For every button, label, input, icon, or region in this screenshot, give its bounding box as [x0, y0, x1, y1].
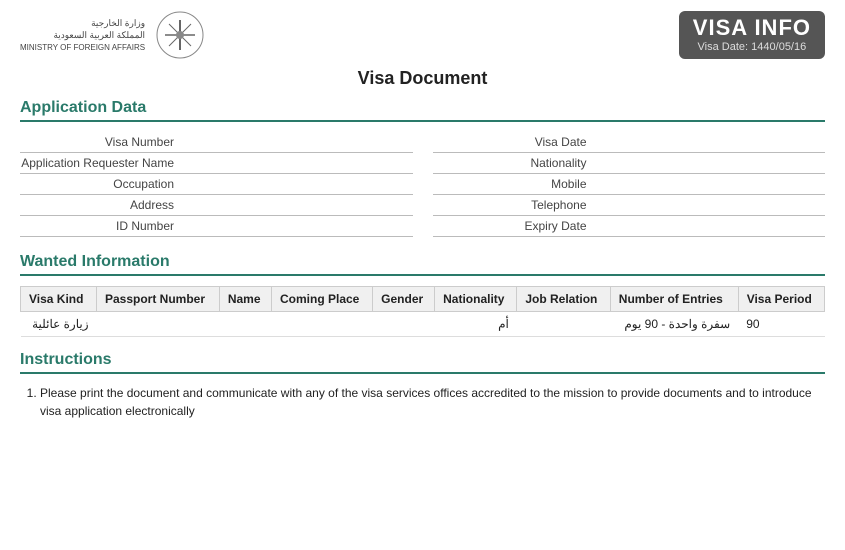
header: وزارة الخارجية المملكة العربية السعودية …: [20, 10, 825, 60]
cell-visa-period: 90: [738, 312, 824, 337]
visa-date-label: Visa Date: [433, 135, 593, 149]
left-fields: Visa Number Application Requester Name O…: [20, 132, 413, 237]
field-telephone: Telephone: [433, 195, 826, 216]
header-logos: وزارة الخارجية المملكة العربية السعودية …: [20, 10, 205, 60]
page-title: Visa Document: [20, 68, 825, 89]
col-job-relation: Job Relation: [517, 287, 610, 312]
field-id-number: ID Number: [20, 216, 413, 237]
requester-name-label: Application Requester Name: [20, 156, 180, 170]
visa-info-badge: VISA INFO Visa Date: 1440/05/16: [679, 11, 825, 59]
wanted-table: Visa Kind Passport Number Name Coming Pl…: [20, 286, 825, 337]
field-occupation: Occupation: [20, 174, 413, 195]
instructions-list: Please print the document and communicat…: [20, 384, 825, 420]
col-number-of-entries: Number of Entries: [610, 287, 738, 312]
table-row: زيارة عائلية أم سفرة واحدة - 90 يوم90: [21, 312, 825, 337]
instruction-item: Please print the document and communicat…: [40, 384, 825, 420]
application-data-grid: Visa Number Application Requester Name O…: [20, 132, 825, 237]
visa-number-label: Visa Number: [20, 135, 180, 149]
cell-passport-number: [96, 312, 219, 337]
field-visa-number: Visa Number: [20, 132, 413, 153]
table-header-row: Visa Kind Passport Number Name Coming Pl…: [21, 287, 825, 312]
col-gender: Gender: [373, 287, 435, 312]
cell-name: [219, 312, 271, 337]
col-nationality: Nationality: [435, 287, 517, 312]
ministry-emblem-icon: [155, 10, 205, 60]
expiry-date-label: Expiry Date: [433, 219, 593, 233]
col-coming-place: Coming Place: [272, 287, 373, 312]
field-expiry-date: Expiry Date: [433, 216, 826, 237]
cell-gender: [373, 312, 435, 337]
cell-coming-place: [272, 312, 373, 337]
nationality-label: Nationality: [433, 156, 593, 170]
right-fields: Visa Date Nationality Mobile Telephone E…: [433, 132, 826, 237]
col-name: Name: [219, 287, 271, 312]
id-number-label: ID Number: [20, 219, 180, 233]
occupation-label: Occupation: [20, 177, 180, 191]
cell-nationality: أم: [435, 312, 517, 337]
wanted-information-section: Wanted Information Visa Kind Passport Nu…: [20, 253, 825, 337]
col-visa-kind: Visa Kind: [21, 287, 97, 312]
address-label: Address: [20, 198, 180, 212]
field-mobile: Mobile: [433, 174, 826, 195]
col-visa-period: Visa Period: [738, 287, 824, 312]
field-address: Address: [20, 195, 413, 216]
application-data-section: Application Data Visa Number Application…: [20, 99, 825, 237]
col-passport-number: Passport Number: [96, 287, 219, 312]
cell-visa-kind: زيارة عائلية: [21, 312, 97, 337]
application-data-heading: Application Data: [20, 99, 825, 122]
instructions-heading: Instructions: [20, 351, 825, 374]
instructions-section: Instructions Please print the document a…: [20, 351, 825, 420]
field-visa-date: Visa Date: [433, 132, 826, 153]
cell-job-relation: [517, 312, 610, 337]
visa-info-title: VISA INFO: [693, 17, 811, 39]
mobile-label: Mobile: [433, 177, 593, 191]
field-requester-name: Application Requester Name: [20, 153, 413, 174]
wanted-information-heading: Wanted Information: [20, 253, 825, 276]
visa-date: Visa Date: 1440/05/16: [693, 41, 811, 53]
telephone-label: Telephone: [433, 198, 593, 212]
cell-number-of-entries: سفرة واحدة - 90 يوم: [610, 312, 738, 337]
ministry-logo-text: وزارة الخارجية المملكة العربية السعودية …: [20, 17, 145, 53]
field-nationality: Nationality: [433, 153, 826, 174]
